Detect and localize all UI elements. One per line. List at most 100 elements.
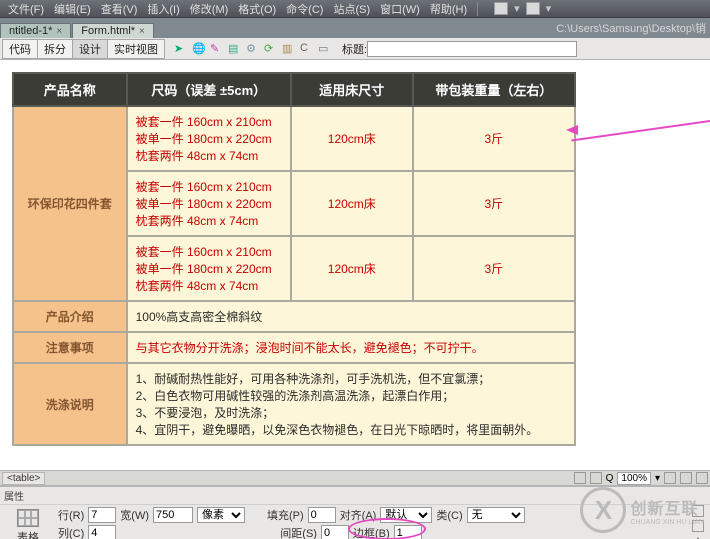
size-tool-icon[interactable] [664, 472, 676, 484]
menu-command[interactable]: 命令(C) [286, 1, 323, 17]
layout-icon[interactable] [494, 2, 508, 15]
class-select[interactable]: 无 [467, 507, 525, 523]
title-input[interactable] [367, 41, 577, 57]
border-label: 边框(B) [353, 525, 390, 539]
menu-bar: 文件(F) 编辑(E) 查看(V) 插入(I) 修改(M) 格式(O) 命令(C… [0, 0, 710, 18]
cell-spec[interactable]: 被套一件 160cm x 210cm被单一件 180cm x 220cm枕套两件… [127, 106, 291, 171]
page-icon[interactable]: ▭ [318, 42, 332, 56]
menu-modify[interactable]: 修改(M) [190, 1, 229, 17]
rows-input[interactable] [88, 507, 116, 523]
view-code-button[interactable]: 代码 [2, 39, 38, 59]
close-icon[interactable]: × [139, 26, 145, 37]
menu-format[interactable]: 格式(O) [238, 1, 276, 17]
align-select[interactable]: 默认 [380, 507, 432, 523]
th-size: 尺码（误差 ±5cm） [127, 73, 291, 106]
spec-line: 被套一件 160cm x 210cm [136, 180, 272, 194]
logo-name: 创新互联 [630, 495, 704, 519]
globe-icon[interactable]: 🌐 [192, 42, 206, 56]
table-icon [17, 509, 39, 527]
collapse-icon[interactable]: ▵ [692, 534, 704, 539]
menu-view[interactable]: 查看(V) [101, 1, 138, 17]
cell-weight[interactable]: 3斤 [413, 171, 575, 236]
spec-line: 被套一件 160cm x 210cm [136, 245, 272, 259]
view-toolbar: 代码 拆分 设计 实时视图 ➤ 🌐 ✎ ▤ ⚙ ⟳ ▥ C ▭ 标题: [0, 38, 710, 60]
book-icon[interactable]: ▥ [282, 42, 296, 56]
cell-notice-label[interactable]: 注意事项 [13, 332, 127, 363]
tab-form[interactable]: Form.html* × [72, 23, 154, 38]
insert-icon[interactable]: ➤ [174, 42, 188, 56]
view-live-button[interactable]: 实时视图 [107, 39, 165, 59]
tag-selector[interactable]: <table> [2, 472, 45, 485]
dropdown-icon[interactable]: ▾ [514, 2, 520, 15]
cell-product-name[interactable]: 环保印花四件套 [13, 106, 127, 301]
menu-separator [477, 2, 478, 16]
window-tool-icon[interactable] [680, 472, 692, 484]
panel-label: 表格 [4, 529, 52, 539]
zoom-out-icon[interactable]: Q [606, 473, 614, 484]
table-row: 产品介绍 100%高支高密全棉斜纹 [13, 301, 575, 332]
cell-weight[interactable]: 3斤 [413, 236, 575, 301]
view-design-button[interactable]: 设计 [72, 39, 108, 59]
pad-input[interactable] [308, 507, 336, 523]
logo-sub: CHUANG XIN HU LIAN [630, 519, 704, 526]
menu-help[interactable]: 帮助(H) [430, 1, 467, 17]
layout-icon-2[interactable] [526, 2, 540, 15]
title-label: 标题: [342, 41, 367, 57]
space-label: 间距(S) [280, 525, 317, 539]
gear-icon[interactable]: ⚙ [246, 42, 260, 56]
menu-insert[interactable]: 插入(I) [147, 1, 179, 17]
menu-edit[interactable]: 编辑(E) [54, 1, 91, 17]
check-icon[interactable]: C [300, 42, 314, 56]
cols-label: 列(C) [58, 525, 84, 539]
document-tab-bar: ntitled-1*× Form.html* × C:\Users\Samsung… [0, 18, 710, 38]
width-unit-select[interactable]: 像素 [197, 507, 245, 523]
download-tool-icon[interactable] [696, 472, 708, 484]
zoom-level[interactable]: 100% [617, 472, 651, 485]
properties-icon-area: 表格 [4, 507, 52, 539]
align-label: 对齐(A) [340, 507, 377, 523]
pad-label: 填充(P) [267, 507, 304, 523]
rows-label: 行(R) [58, 507, 84, 523]
width-label: 宽(W) [120, 507, 149, 523]
cell-notice[interactable]: 与其它衣物分开洗涤；浸泡时间不能太长，避免褪色；不可拧干。 [127, 332, 575, 363]
cell-spec[interactable]: 被套一件 160cm x 210cm被单一件 180cm x 220cm枕套两件… [127, 236, 291, 301]
menu-site[interactable]: 站点(S) [333, 1, 370, 17]
dropdown-icon-2[interactable]: ▾ [546, 2, 552, 15]
close-icon[interactable]: × [56, 26, 62, 37]
table-row: 环保印花四件套 被套一件 160cm x 210cm被单一件 180cm x 2… [13, 106, 575, 171]
cell-intro-label[interactable]: 产品介绍 [13, 301, 127, 332]
cols-input[interactable] [88, 525, 116, 539]
menu-file[interactable]: 文件(F) [8, 1, 44, 17]
logo-icon: X [580, 487, 626, 533]
tab-label: Form.html* [81, 25, 135, 37]
hand-tool-icon[interactable] [590, 472, 602, 484]
menu-window[interactable]: 窗口(W) [380, 1, 420, 17]
border-input[interactable] [394, 525, 422, 539]
spec-line: 枕套两件 48cm x 74cm [136, 279, 259, 293]
cell-bed[interactable]: 120cm床 [291, 236, 413, 301]
workspace-icons: ▾ ▾ [494, 2, 551, 15]
spec-line: 枕套两件 48cm x 74cm [136, 214, 259, 228]
cell-bed[interactable]: 120cm床 [291, 171, 413, 236]
design-canvas[interactable]: 产品名称 尺码（误差 ±5cm） 适用床尺寸 带包装重量（左右） 环保印花四件套… [0, 60, 710, 470]
table-row: 注意事项 与其它衣物分开洗涤；浸泡时间不能太长，避免褪色；不可拧干。 [13, 332, 575, 363]
view-split-button[interactable]: 拆分 [37, 39, 73, 59]
cell-weight[interactable]: 3斤 [413, 106, 575, 171]
cell-intro[interactable]: 100%高支高密全棉斜纹 [127, 301, 575, 332]
product-table[interactable]: 产品名称 尺码（误差 ±5cm） 适用床尺寸 带包装重量（左右） 环保印花四件套… [12, 72, 576, 446]
pointer-tool-icon[interactable] [574, 472, 586, 484]
width-input[interactable] [153, 507, 193, 523]
chart-icon[interactable]: ▤ [228, 42, 242, 56]
cell-spec[interactable]: 被套一件 160cm x 210cm被单一件 180cm x 220cm枕套两件… [127, 171, 291, 236]
space-input[interactable] [321, 525, 349, 539]
cell-wash[interactable]: 1、耐碱耐热性能好，可用各种洗涤剂，可手洗机洗，但不宜氯漂； 2、白色衣物可用碱… [127, 363, 575, 445]
cell-wash-label[interactable]: 洗涤说明 [13, 363, 127, 445]
spec-line: 被单一件 180cm x 220cm [136, 132, 272, 146]
file-path: C:\Users\Samsung\Desktop\销 [556, 20, 706, 36]
cell-bed[interactable]: 120cm床 [291, 106, 413, 171]
tab-untitled[interactable]: ntitled-1*× [0, 23, 71, 38]
wand-icon[interactable]: ✎ [210, 42, 224, 56]
refresh-icon[interactable]: ⟳ [264, 42, 278, 56]
zoom-dropdown-icon[interactable]: ▾ [655, 473, 660, 484]
table-row: 洗涤说明 1、耐碱耐热性能好，可用各种洗涤剂，可手洗机洗，但不宜氯漂； 2、白色… [13, 363, 575, 445]
